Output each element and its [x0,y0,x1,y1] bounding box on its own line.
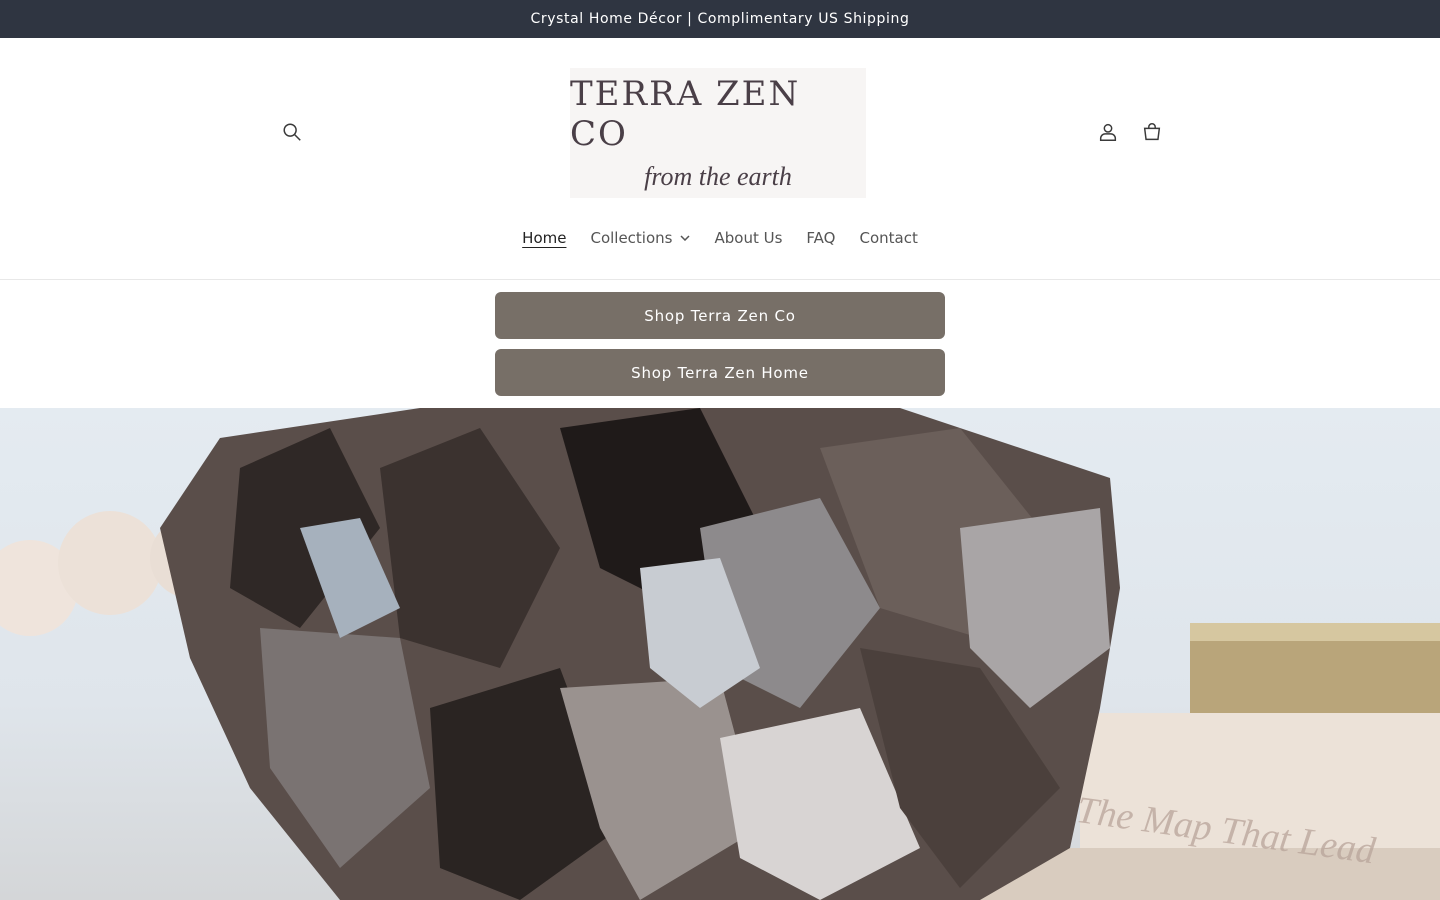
chevron-down-icon [680,235,691,241]
main-nav: Home Collections About Us FAQ Contact [0,220,1440,256]
nav-item-contact[interactable]: Contact [847,220,929,256]
hero-image: The Map That Lead [0,408,1440,900]
nav-item-label: Home [522,229,567,247]
nav-item-home[interactable]: Home [510,220,578,256]
cart-button[interactable] [1130,110,1174,154]
nav-item-label: Collections [590,229,673,247]
nav-item-label: Contact [859,229,918,247]
nav-item-label: FAQ [806,229,836,247]
cart-icon [1143,123,1161,141]
logo[interactable]: TERRA ZEN CO from the earth [570,68,866,198]
nav-item-faq[interactable]: FAQ [794,220,847,256]
shop-buttons: Shop Terra Zen Co Shop Terra Zen Home [495,292,945,406]
nav-item-label: About Us [714,229,783,247]
nav-item-collections[interactable]: Collections [578,220,702,256]
account-button[interactable] [1086,110,1130,154]
logo-title: TERRA ZEN CO [570,74,801,154]
shop-terra-zen-home-button[interactable]: Shop Terra Zen Home [495,349,945,396]
site-header: TERRA ZEN CO from the earth Home Collect… [0,38,1440,280]
logo-tagline: from the earth [644,162,792,191]
nav-item-about[interactable]: About Us [702,220,794,256]
account-icon [1099,123,1117,141]
announcement-bar: Crystal Home Décor | Complimentary US Sh… [0,0,1440,38]
search-icon [283,123,301,141]
shop-terra-zen-co-button[interactable]: Shop Terra Zen Co [495,292,945,339]
search-button[interactable] [270,110,314,154]
announcement-text: Crystal Home Décor | Complimentary US Sh… [530,11,910,27]
